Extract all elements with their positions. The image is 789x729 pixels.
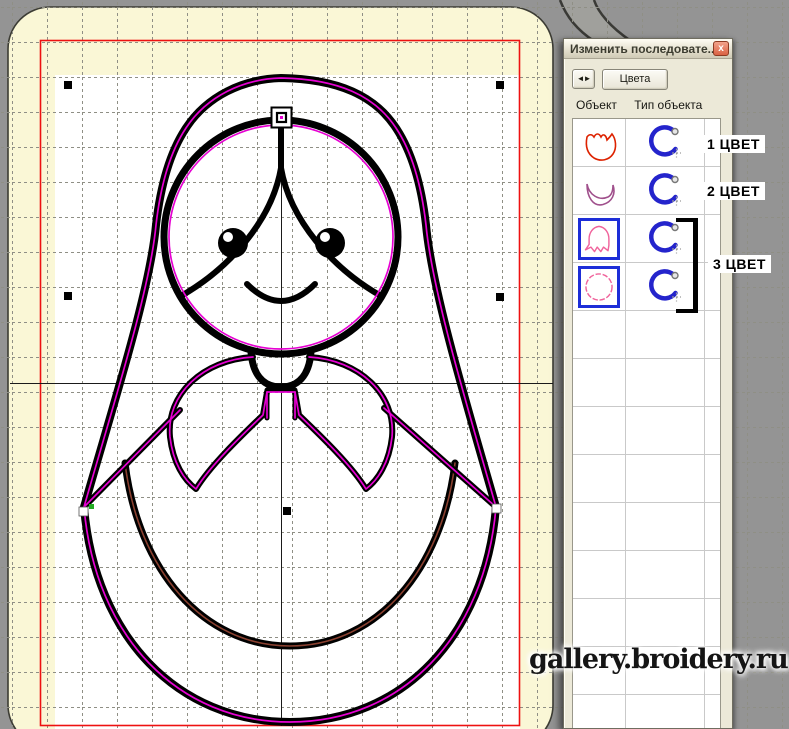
collar-outline-icon — [579, 171, 619, 211]
column-divider — [704, 119, 705, 728]
panel-toolbar: ◄► Цвета — [572, 69, 668, 91]
panel-title: Изменить последовате... — [570, 42, 718, 56]
close-icon[interactable]: x — [713, 41, 729, 56]
annotation-color-2: 2 ЦВЕТ — [702, 182, 765, 200]
annotation-color-1: 1 ЦВЕТ — [702, 135, 765, 153]
watermark: gallery.broidery.ru — [529, 644, 788, 675]
colors-button[interactable]: Цвета — [602, 69, 668, 90]
object-row-face[interactable] — [573, 119, 720, 167]
handle-mid-right[interactable] — [496, 293, 504, 301]
handle-top-left[interactable] — [64, 81, 72, 89]
handle-center[interactable] — [283, 507, 291, 515]
handle-mid-left[interactable] — [64, 292, 72, 300]
face-outline-icon — [579, 123, 619, 163]
list-column-headers: Объект Тип объекта — [576, 98, 702, 112]
node-left[interactable] — [79, 507, 88, 516]
node-right[interactable] — [492, 504, 501, 513]
node-start-green[interactable] — [89, 504, 94, 509]
annotation-bracket — [676, 218, 698, 313]
scarf-outline-icon — [581, 221, 617, 257]
column-header-object: Объект — [576, 98, 617, 112]
run-stitch-icon — [645, 123, 685, 163]
nav-arrows-button[interactable]: ◄► — [572, 69, 595, 89]
object-list[interactable] — [572, 118, 721, 728]
panel-titlebar[interactable]: Изменить последовате... x — [564, 39, 732, 59]
row-selection-box — [578, 266, 620, 308]
app-window: Изменить последовате... x ◄► Цвета Объек… — [0, 0, 789, 729]
column-header-type: Тип объекта — [634, 98, 702, 112]
handle-top-right[interactable] — [496, 81, 504, 89]
run-stitch-icon — [645, 171, 685, 211]
row-selection-box — [578, 218, 620, 260]
circle-outline-icon — [581, 269, 617, 305]
column-divider — [625, 119, 626, 728]
rotation-anchor[interactable] — [272, 108, 292, 128]
annotation-color-3: 3 ЦВЕТ — [708, 255, 771, 273]
object-row-collar[interactable] — [573, 167, 720, 215]
